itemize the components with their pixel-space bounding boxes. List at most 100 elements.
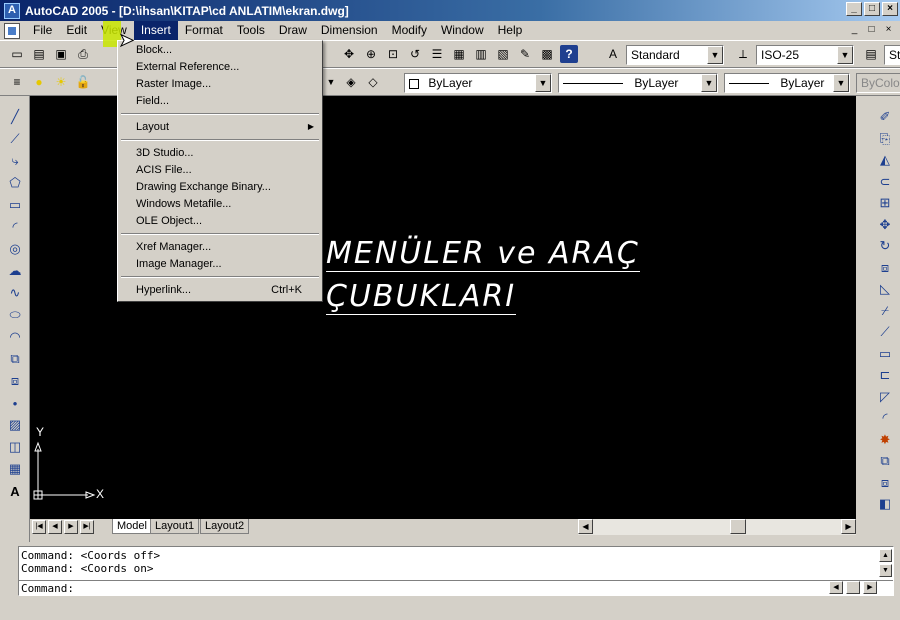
layer-chevron-down-icon[interactable]: ▼ [322, 73, 340, 91]
menu-item-3d-studio[interactable]: 3D Studio... [136, 145, 318, 161]
copy-icon[interactable]: ⎘ [876, 130, 894, 148]
menu-help[interactable]: Help [491, 21, 530, 40]
lightbulb-icon[interactable]: ● [30, 73, 48, 91]
doc-close-button[interactable]: × [881, 23, 896, 37]
minimize-button[interactable]: _ [846, 2, 862, 16]
menu-edit[interactable]: Edit [59, 21, 94, 40]
color-select[interactable]: ByLayer ▼ [404, 73, 552, 93]
lineweight-select[interactable]: ByLayer ▼ [724, 73, 850, 93]
cmd-scroll-up-button[interactable]: ▲ [879, 549, 892, 562]
markup-icon[interactable]: ✎ [516, 45, 534, 63]
sun-icon[interactable]: ☀ [52, 73, 70, 91]
tool-palettes-icon[interactable]: ▥ [472, 45, 490, 63]
doc-restore-button[interactable]: □ [864, 23, 879, 37]
move-icon[interactable]: ✥ [876, 216, 894, 234]
maximize-button[interactable]: □ [864, 2, 880, 16]
menu-item-windows-metafile[interactable]: Windows Metafile... [136, 196, 318, 212]
layer-manager-icon[interactable]: ≡ [8, 73, 26, 91]
menu-tools[interactable]: Tools [230, 21, 272, 40]
command-window[interactable]: Command: <Coords off> Command: <Coords o… [18, 546, 894, 596]
command-prompt[interactable]: Command: [21, 582, 74, 595]
rectangle-icon[interactable]: ▭ [6, 196, 24, 214]
trim-icon[interactable]: ⌿ [876, 302, 894, 320]
cmd-scroll-down-button[interactable]: ▼ [879, 564, 892, 577]
last-tab-button[interactable]: ▶| [80, 520, 94, 534]
design-center-icon[interactable]: ▦ [450, 45, 468, 63]
break-at-point-icon[interactable]: ▭ [876, 345, 894, 363]
send-to-back-icon[interactable]: ◧ [876, 495, 894, 513]
dim-style-icon[interactable]: ⟂ [734, 45, 752, 63]
help-icon[interactable]: ? [560, 45, 578, 63]
dim-style-select[interactable]: ISO-25 ▼ [756, 45, 854, 65]
menu-item-drawing-exchange-binary[interactable]: Drawing Exchange Binary... [136, 179, 318, 195]
construction-line-icon[interactable]: ⟋ [6, 130, 24, 148]
polygon-icon[interactable]: ⬠ [6, 174, 24, 192]
menu-item-external-reference[interactable]: External Reference... [136, 59, 318, 75]
stretch-icon[interactable]: ◺ [876, 280, 894, 298]
rotate-icon[interactable]: ↻ [876, 237, 894, 255]
next-tab-button[interactable]: ▶ [64, 520, 78, 534]
table-icon[interactable]: ▦ [6, 460, 24, 478]
menu-item-field[interactable]: Field... [136, 93, 318, 109]
text-style-select[interactable]: Standard ▼ [626, 45, 724, 65]
menu-item-image-manager[interactable]: Image Manager... [136, 256, 318, 272]
doc-minimize-button[interactable]: _ [847, 23, 862, 37]
quickcalc-icon[interactable]: ▩ [538, 45, 556, 63]
menu-item-raster-image[interactable]: Raster Image... [136, 76, 318, 92]
line-icon[interactable]: ╱ [6, 108, 24, 126]
zoom-realtime-icon[interactable]: ⊕ [362, 45, 380, 63]
mirror-icon[interactable]: ◭ [876, 151, 894, 169]
menu-modify[interactable]: Modify [385, 21, 434, 40]
menu-format[interactable]: Format [178, 21, 230, 40]
table-style-select[interactable]: St [884, 45, 900, 65]
lock-icon[interactable]: 🔓 [74, 73, 92, 91]
ellipse-arc-icon[interactable]: ◠ [6, 328, 24, 346]
cmd-scroll-left-button[interactable]: ◀ [829, 581, 843, 594]
save-icon[interactable]: ▣ [52, 45, 70, 63]
first-tab-button[interactable]: |◀ [32, 520, 46, 534]
open-icon[interactable]: ▤ [30, 45, 48, 63]
plot-icon[interactable]: ⎙ [74, 45, 92, 63]
menu-item-hyperlink[interactable]: Hyperlink... Ctrl+K [136, 282, 318, 298]
menu-file[interactable]: File [26, 21, 59, 40]
scale-icon[interactable]: ⧈ [876, 259, 894, 277]
cmd-hscroll-thumb[interactable] [846, 581, 860, 594]
linetype-select[interactable]: ByLayer ▼ [558, 73, 718, 93]
bring-to-front-icon[interactable]: ⧈ [876, 474, 894, 492]
region-icon[interactable]: ◫ [6, 438, 24, 456]
menu-dimension[interactable]: Dimension [314, 21, 385, 40]
tab-layout1[interactable]: Layout1 [150, 519, 200, 534]
tab-layout2[interactable]: Layout2 [200, 519, 250, 534]
autocad-app-icon[interactable] [4, 2, 20, 19]
extend-icon[interactable]: ⟋ [876, 323, 894, 341]
layer-previous-icon[interactable]: ◇ [364, 73, 382, 91]
make-block-icon[interactable]: ⧈ [6, 372, 24, 390]
insert-block-icon[interactable]: ⧉ [6, 350, 24, 368]
chamfer-icon[interactable]: ◸ [876, 388, 894, 406]
array-icon[interactable]: ⊞ [876, 194, 894, 212]
menu-insert[interactable]: Insert [133, 21, 178, 40]
sheet-set-icon[interactable]: ▧ [494, 45, 512, 63]
arc-icon[interactable]: ◜ [6, 218, 24, 236]
offset-icon[interactable]: ⊂ [876, 173, 894, 191]
menu-item-ole-object[interactable]: OLE Object... [136, 213, 318, 229]
prev-tab-button[interactable]: ◀ [48, 520, 62, 534]
menu-item-block[interactable]: Block... [136, 42, 318, 58]
zoom-window-icon[interactable]: ⊡ [384, 45, 402, 63]
hatch-icon[interactable]: ▨ [6, 416, 24, 434]
break-icon[interactable]: ⊏ [876, 366, 894, 384]
cmd-scroll-right-button[interactable]: ▶ [863, 581, 877, 594]
table-style-icon[interactable]: ▤ [862, 45, 880, 63]
ellipse-icon[interactable]: ⬭ [6, 306, 24, 324]
point-icon[interactable]: • [6, 394, 24, 412]
horizontal-scrollbar[interactable]: ◀ ▶ [578, 519, 856, 535]
scroll-left-button[interactable]: ◀ [578, 519, 593, 534]
multiline-text-icon[interactable]: A [6, 482, 24, 500]
menu-draw[interactable]: Draw [272, 21, 314, 40]
circle-icon[interactable]: ◎ [6, 240, 24, 258]
text-style-icon[interactable]: A [604, 45, 622, 63]
menu-item-acis-file[interactable]: ACIS File... [136, 162, 318, 178]
menu-item-xref-manager[interactable]: Xref Manager... [136, 239, 318, 255]
scroll-right-button[interactable]: ▶ [841, 519, 856, 534]
new-icon[interactable]: ▭ [8, 45, 26, 63]
